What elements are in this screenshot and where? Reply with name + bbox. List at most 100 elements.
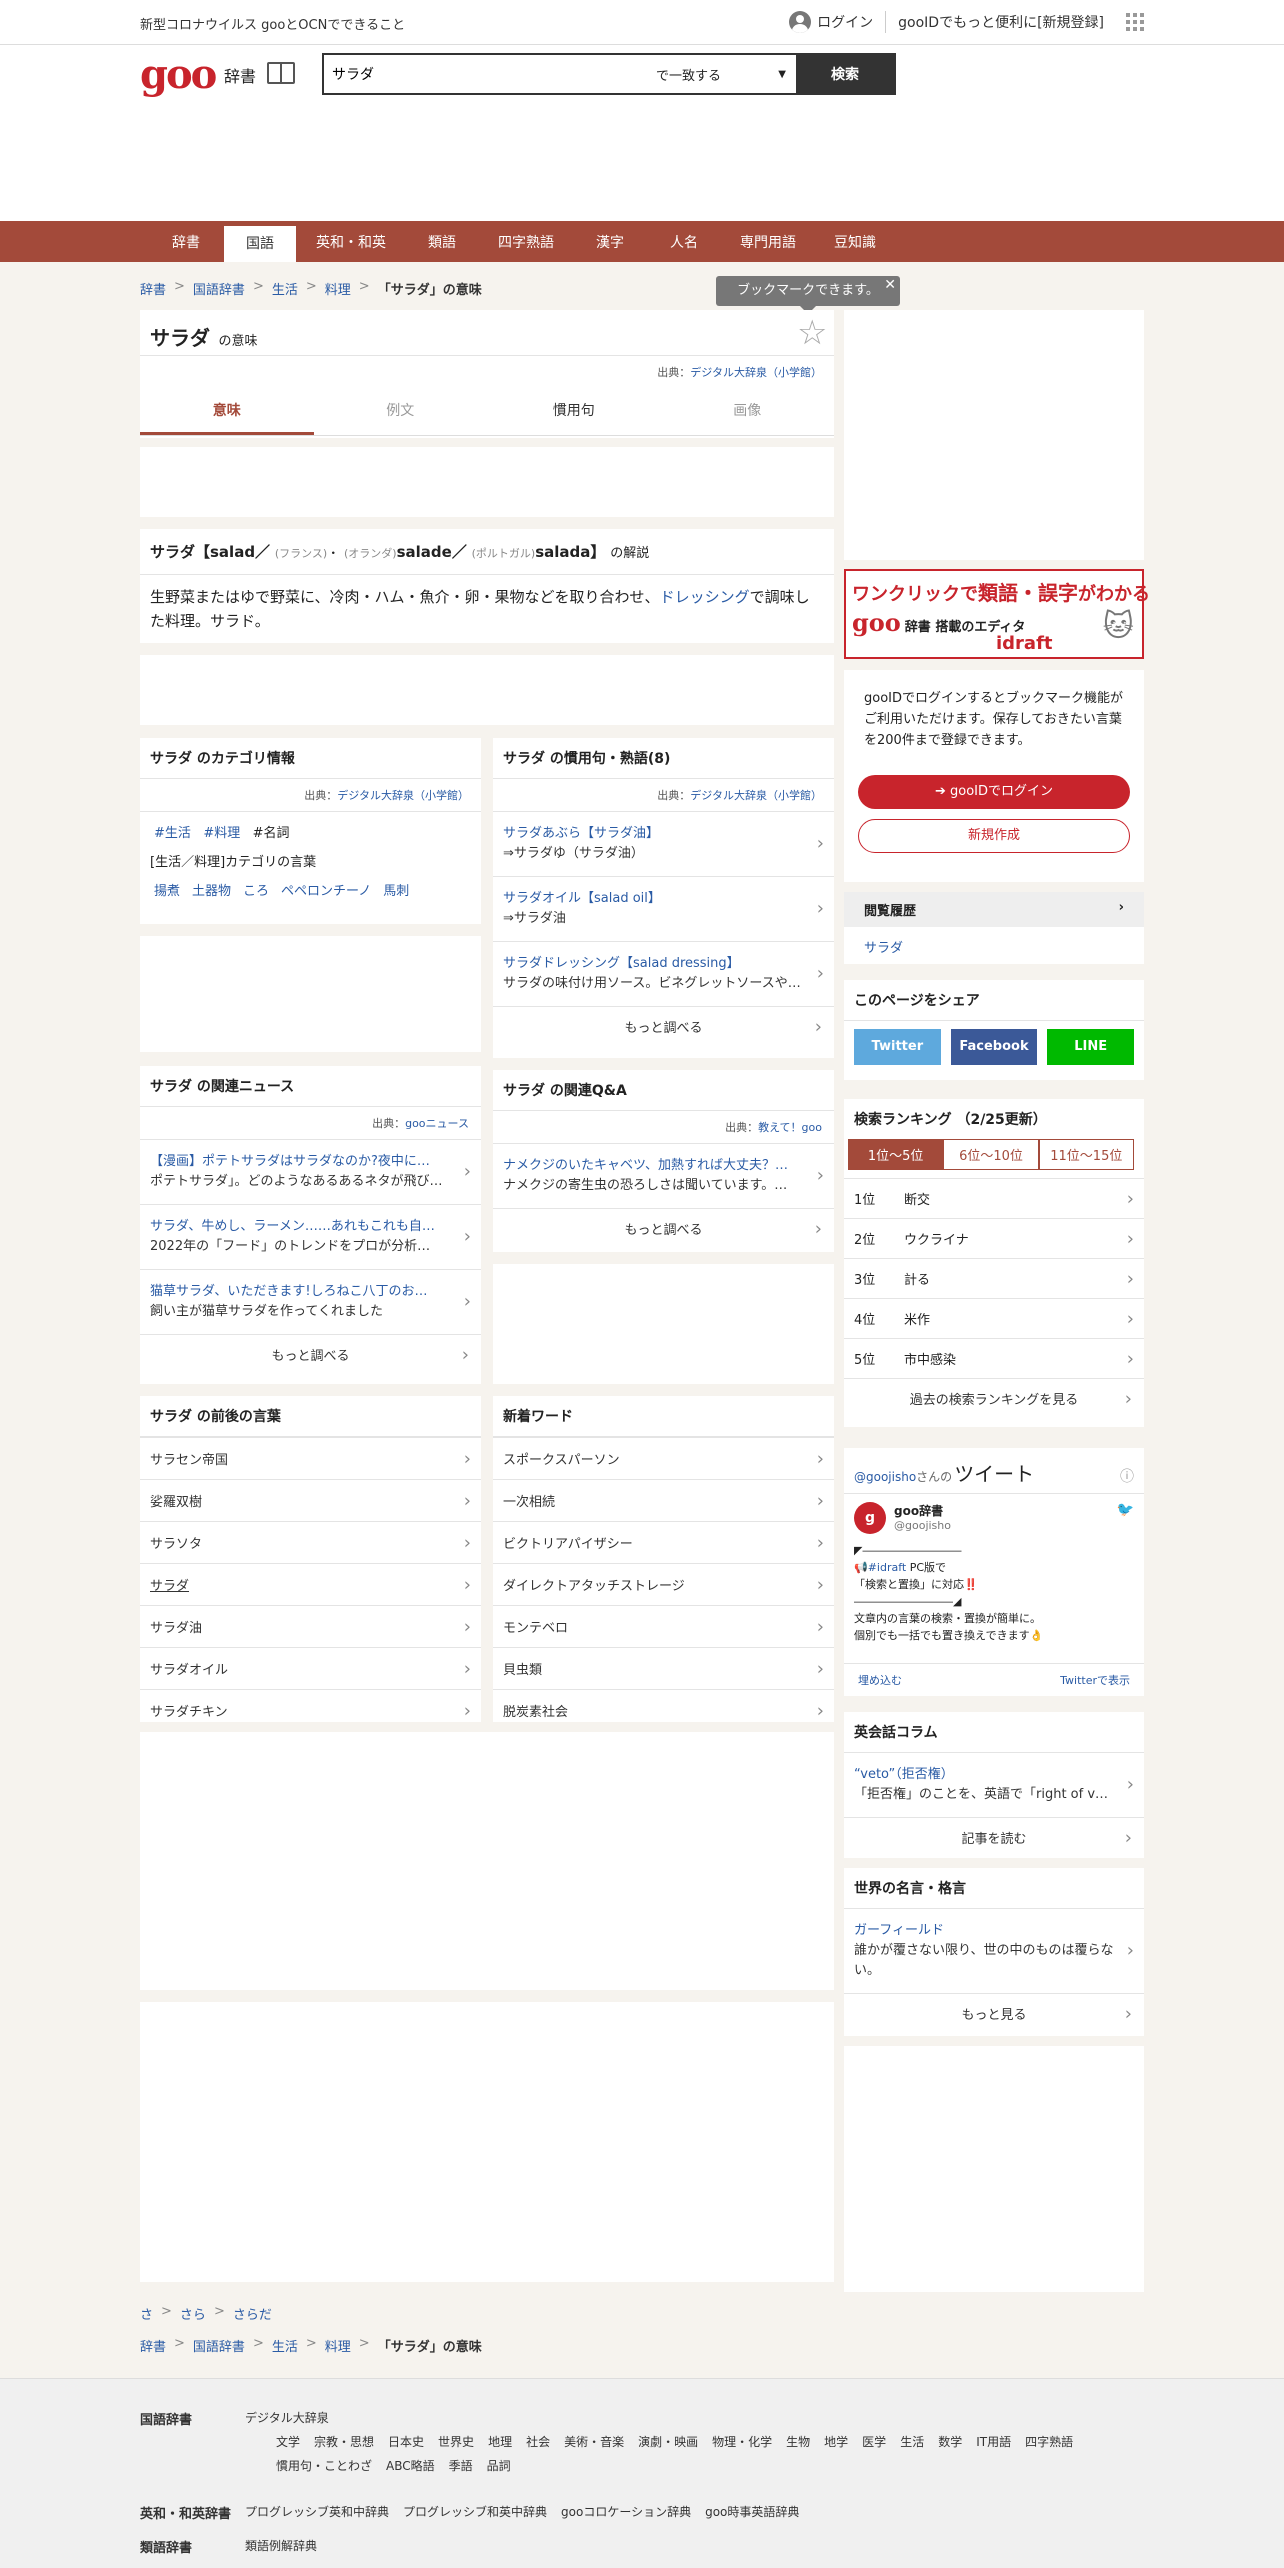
nearby-word[interactable]: サラダチキン <box>140 1689 481 1731</box>
footer-link[interactable]: ABC略語 <box>386 2457 435 2474</box>
footer-link[interactable]: IT用語 <box>976 2433 1011 2450</box>
category-word[interactable]: 揚煮 <box>154 880 180 899</box>
idraft-banner[interactable]: ワンクリックで類語・誤字がわかる goo 辞書 搭載のエディタ idraft 🐱 <box>844 569 1150 659</box>
quote-more-button[interactable]: もっと見る <box>844 1993 1144 2033</box>
footer-link[interactable]: 品詞 <box>487 2457 511 2474</box>
nav-tab-jinmei[interactable]: 人名 <box>648 221 720 262</box>
footer-link[interactable]: 季語 <box>449 2457 473 2474</box>
footer-link[interactable]: 地学 <box>824 2433 848 2450</box>
footer-link[interactable]: 文学 <box>276 2433 300 2450</box>
breadcrumb-link[interactable]: 料理 <box>325 279 351 298</box>
nearby-word[interactable]: 娑羅双樹 <box>140 1479 481 1521</box>
breadcrumb-link[interactable]: 辞書 <box>140 2336 166 2355</box>
twitter-share-button[interactable]: Twitter <box>854 1029 941 1065</box>
tweet-hashtag[interactable]: #idraft <box>868 1561 907 1574</box>
history-item[interactable]: サラダ <box>844 927 1144 966</box>
nav-tab-yoji[interactable]: 四字熟語 <box>480 221 572 262</box>
footer-link[interactable]: プログレッシブ英和中辞典 <box>245 2503 389 2522</box>
register-link[interactable]: gooIDでもっと便利に[新規登録] <box>898 12 1104 32</box>
tag-link[interactable]: #生活 <box>154 826 191 841</box>
footer-link[interactable]: 世界史 <box>438 2433 474 2450</box>
idiom-item[interactable]: サラダあぶら【サラダ油】 ⇒サラダゆ（サラダ油） <box>493 811 834 876</box>
rank-item[interactable]: 2位 ウクライナ <box>844 1218 1144 1258</box>
search-mode-select[interactable]: で一致する ▼ <box>646 55 796 93</box>
ranking-more-button[interactable]: 過去の検索ランキングを見る <box>844 1378 1144 1418</box>
facebook-share-button[interactable]: Facebook <box>950 1029 1038 1065</box>
dictionary-label[interactable]: 辞書 <box>224 63 256 87</box>
breadcrumb-link[interactable]: 辞書 <box>140 279 166 298</box>
dressing-link[interactable]: ドレッシング <box>660 588 750 606</box>
new-word[interactable]: ビクトリアパイザシー <box>493 1521 834 1563</box>
idiom-item[interactable]: サラダオイル【salad oil】 ⇒サラダ油 <box>493 876 834 941</box>
footer-link[interactable]: 地理 <box>488 2433 512 2450</box>
qa-more-button[interactable]: もっと調べる <box>493 1208 834 1248</box>
footer-link[interactable]: 生物 <box>786 2433 810 2450</box>
embed-link[interactable]: 埋め込む <box>858 1672 902 1688</box>
info-icon[interactable]: ⓘ <box>1120 1466 1134 1486</box>
source-link[interactable]: デジタル大辞泉（小学館） <box>690 789 822 802</box>
footer-link[interactable]: 数学 <box>938 2433 962 2450</box>
signup-button[interactable]: 新規作成 <box>858 819 1130 853</box>
news-item[interactable]: 猫草サラダ、いただきます!しろねこ八丁のお… 飼い主が猫草サラダを作ってくれました <box>140 1269 481 1334</box>
column-item[interactable]: “veto”（拒否権） 「拒否権」のことを、英語で「right of veto」と… <box>844 1753 1144 1817</box>
history-header[interactable]: 閲覧履歴 › <box>844 892 1144 927</box>
footer-link[interactable]: 類語例解辞典 <box>245 2537 317 2556</box>
footer-link[interactable]: 美術・音楽 <box>564 2433 624 2450</box>
nearby-word[interactable]: サラダオイル <box>140 1647 481 1689</box>
rank-item[interactable]: 3位 計る <box>844 1258 1144 1298</box>
login-link[interactable]: ログイン <box>817 12 873 32</box>
search-button[interactable]: 検索 <box>796 55 894 93</box>
corona-notice-link[interactable]: 新型コロナウイルス gooとOCNでできること <box>140 14 405 33</box>
footer-link[interactable]: 演劇・映画 <box>638 2433 698 2450</box>
footer-link[interactable]: デジタル大辞泉 <box>245 2409 329 2428</box>
tag-link[interactable]: #料理 <box>203 826 240 841</box>
tab-meaning[interactable]: 意味 <box>140 388 314 435</box>
footer-link[interactable]: 物理・化学 <box>712 2433 772 2450</box>
column-more-button[interactable]: 記事を読む <box>844 1817 1144 1857</box>
rank-item[interactable]: 4位 米作 <box>844 1298 1144 1338</box>
apps-grid-icon[interactable] <box>1126 13 1144 31</box>
footer-link[interactable]: 医学 <box>862 2433 886 2450</box>
source-link[interactable]: デジタル大辞泉（小学館） <box>337 789 469 802</box>
new-word[interactable]: ダイレクトアタッチストレージ <box>493 1563 834 1605</box>
breadcrumb-link[interactable]: 生活 <box>272 2336 298 2355</box>
kana-link[interactable]: さら <box>180 2304 206 2323</box>
goo-logo[interactable]: goo <box>140 55 217 95</box>
breadcrumb-link[interactable]: 料理 <box>325 2336 351 2355</box>
search-input[interactable] <box>324 55 646 93</box>
nav-tab-kanji[interactable]: 漢字 <box>574 221 646 262</box>
nav-tab-dictionary[interactable]: 辞書 <box>150 221 222 262</box>
gooid-login-button[interactable]: ➔ gooIDでログイン <box>858 775 1130 809</box>
line-share-button[interactable]: LINE <box>1047 1029 1135 1065</box>
footer-link[interactable]: goo時事英語辞典 <box>705 2503 799 2522</box>
breadcrumb-link[interactable]: 国語辞書 <box>193 279 245 298</box>
nav-tab-ruigo[interactable]: 類語 <box>406 221 478 262</box>
rank-item[interactable]: 1位 断交 <box>844 1178 1144 1218</box>
tab-idioms[interactable]: 慣用句 <box>487 388 661 435</box>
source-link[interactable]: gooニュース <box>405 1117 469 1130</box>
nearby-word-current[interactable]: サラダ <box>140 1563 481 1605</box>
footer-link[interactable]: 宗教・思想 <box>314 2433 374 2450</box>
tab-images[interactable]: 画像 <box>661 388 835 435</box>
kana-link[interactable]: さ <box>140 2304 153 2323</box>
tweet-account-id[interactable]: @goojisho <box>894 1519 951 1532</box>
new-word[interactable]: 脱炭素社会 <box>493 1689 834 1731</box>
rank-item[interactable]: 5位 市中感染 <box>844 1338 1144 1378</box>
footer-link[interactable]: 社会 <box>526 2433 550 2450</box>
tab-examples[interactable]: 例文 <box>314 388 488 435</box>
view-on-twitter-link[interactable]: Twitterで表示 <box>1060 1672 1130 1688</box>
category-word[interactable]: ペペロンチーノ <box>281 880 371 899</box>
category-word[interactable]: 馬刺 <box>383 880 409 899</box>
new-word[interactable]: 一次相続 <box>493 1479 834 1521</box>
news-more-button[interactable]: もっと調べる <box>140 1334 481 1374</box>
news-item[interactable]: 【漫画】ポテトサラダはサラダなのか?夜中に… ポテトサラダ」。どのようなあるあるネ… <box>140 1139 481 1204</box>
nearby-word[interactable]: サラセン帝国 <box>140 1437 481 1479</box>
footer-link[interactable]: 日本史 <box>388 2433 424 2450</box>
breadcrumb-link[interactable]: 生活 <box>272 279 298 298</box>
tweet-account-name[interactable]: goo辞書 <box>894 1502 951 1519</box>
quote-item[interactable]: ガーフィールド 誰かが覆さない限り、世の中のものは覆らない。 <box>844 1909 1144 1993</box>
nav-tab-mame[interactable]: 豆知識 <box>816 221 894 262</box>
footer-link[interactable]: gooコロケーション辞典 <box>561 2503 691 2522</box>
source-link[interactable]: デジタル大辞泉（小学館） <box>690 366 822 379</box>
idioms-more-button[interactable]: もっと調べる <box>493 1006 834 1046</box>
